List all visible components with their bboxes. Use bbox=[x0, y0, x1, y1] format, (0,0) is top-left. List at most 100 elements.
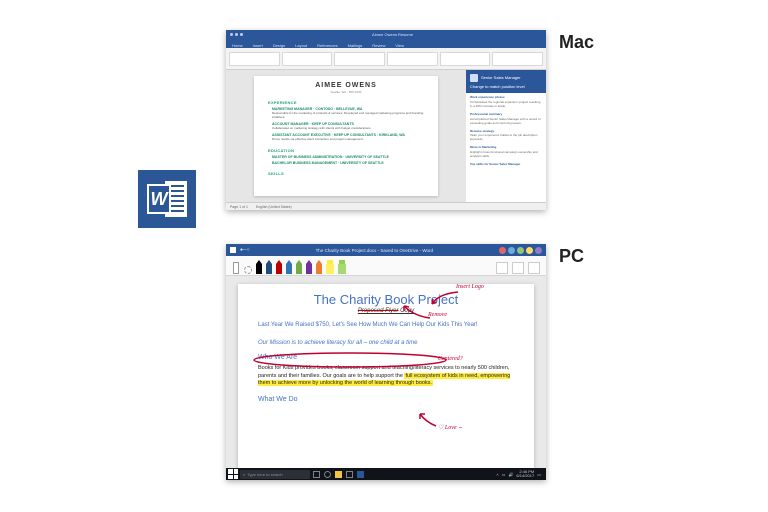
ink-text-remove: Remove bbox=[428, 312, 447, 318]
word-icon bbox=[230, 247, 236, 253]
education-role: MASTER OF BUSINESS ADMINISTRATION · UNIV… bbox=[272, 155, 424, 159]
subtitle-rest: Copy bbox=[399, 308, 415, 314]
avatar[interactable] bbox=[517, 247, 524, 254]
autosave-toggle[interactable]: ●─○ bbox=[240, 247, 250, 253]
ribbon-group[interactable] bbox=[334, 52, 385, 66]
ribbon-group[interactable] bbox=[229, 52, 280, 66]
experience-desc: Collaborated on marketing strategy with … bbox=[272, 127, 424, 131]
action-center-icon[interactable]: ▭ bbox=[537, 472, 541, 477]
ink-to-shape[interactable] bbox=[496, 262, 508, 274]
education-role: BACHELOR BUSINESS MANAGEMENT · UNIVERSIT… bbox=[272, 161, 424, 165]
avatar bbox=[470, 74, 478, 82]
search-icon: ⌕ bbox=[243, 472, 245, 477]
coauthor-avatars[interactable] bbox=[499, 247, 542, 254]
education-item: BACHELOR BUSINESS MANAGEMENT · UNIVERSIT… bbox=[272, 161, 424, 165]
ink-arrow-love bbox=[416, 412, 440, 430]
ribbon-group[interactable] bbox=[282, 52, 333, 66]
resume-contact: Seattle, WA · 555-0100 bbox=[268, 90, 424, 94]
section-skills: SKILLS bbox=[268, 171, 424, 176]
mac-ribbon-tabs[interactable]: Home Insert Design Layout References Mai… bbox=[226, 39, 546, 48]
tray-volume-icon[interactable]: 🔊 bbox=[508, 472, 513, 477]
word-mac-window: Aimee Owens Resume Home Insert Design La… bbox=[226, 30, 546, 210]
doc-heading: Who We Are bbox=[258, 354, 514, 361]
tray-clock[interactable]: 2:46 PM6/14/2017 bbox=[516, 470, 534, 478]
store-icon[interactable] bbox=[345, 470, 354, 479]
status-lang: English (United States) bbox=[256, 205, 292, 209]
experience-desc: Responsible for the marketing of product… bbox=[272, 112, 424, 120]
doc-title: The Charity Book Project bbox=[258, 292, 514, 307]
experience-item: ACCOUNT MANAGER · KEEP UP CONSULTANTS Co… bbox=[272, 122, 424, 131]
mac-canvas[interactable]: AIMEE OWENS Seattle, WA · 555-0100 EXPER… bbox=[226, 70, 466, 202]
taskbar-tray[interactable]: ˄ ▭ 🔊 2:46 PM6/14/2017 ▭ bbox=[496, 470, 544, 478]
lasso-tool[interactable] bbox=[244, 260, 252, 274]
suggestion-item[interactable]: Move to MarketingHighlight cross-functio… bbox=[470, 146, 542, 159]
pen-red[interactable] bbox=[276, 260, 282, 274]
side-pane-footer: Top skills for Senior Sales Manager bbox=[470, 163, 542, 167]
experience-item: MARKETING MANAGER · CONTOSO · BELLEVUE, … bbox=[272, 107, 424, 120]
pc-titlebar: ●─○ The Charity Book Project.docx - Save… bbox=[226, 244, 546, 256]
mac-titlebar: Aimee Owens Resume bbox=[226, 30, 546, 39]
mac-zoom-icon[interactable] bbox=[240, 33, 243, 36]
side-pane-sub: Change to match position level bbox=[470, 84, 542, 89]
avatar[interactable] bbox=[526, 247, 533, 254]
section-education: EDUCATION bbox=[268, 148, 424, 153]
pen-green[interactable] bbox=[296, 260, 302, 274]
start-button[interactable] bbox=[228, 469, 238, 479]
doc-line: Last Year We Raised $750, Let's See How … bbox=[258, 322, 514, 328]
pc-taskbar[interactable]: ⌕ Type here to search ˄ ▭ 🔊 2:46 PM6/14/… bbox=[226, 468, 546, 480]
mac-window-controls[interactable] bbox=[230, 33, 243, 36]
status-page: Page 1 of 1 bbox=[230, 205, 248, 209]
ribbon-group[interactable] bbox=[440, 52, 491, 66]
doc-mission: Our Mission is to achieve literacy for a… bbox=[258, 340, 417, 346]
pc-label: PC bbox=[559, 246, 584, 267]
mac-document[interactable]: AIMEE OWENS Seattle, WA · 555-0100 EXPER… bbox=[254, 76, 438, 196]
ink-to-math[interactable] bbox=[512, 262, 524, 274]
suggestion-item[interactable]: Professional summaryAccomplished Senior … bbox=[470, 113, 542, 126]
experience-desc: Drove results via effective client inter… bbox=[272, 138, 424, 142]
mac-ribbon[interactable] bbox=[226, 48, 546, 70]
eraser-tool[interactable] bbox=[232, 260, 240, 274]
mac-side-pane[interactable]: Senior Sales Manager Change to match pos… bbox=[466, 70, 546, 202]
highlighter-green[interactable] bbox=[338, 260, 346, 274]
word-app-icon-graphic: W bbox=[147, 181, 187, 217]
pen-purple[interactable] bbox=[306, 260, 312, 274]
ribbon-group[interactable] bbox=[387, 52, 438, 66]
pen-blue[interactable] bbox=[286, 260, 292, 274]
ink-text-centered: Centered? bbox=[438, 356, 463, 362]
side-pane-user: Senior Sales Manager bbox=[470, 74, 542, 82]
pc-canvas[interactable]: The Charity Book Project Proposed Flyer … bbox=[226, 276, 546, 468]
subtitle-struck: Proposed Flyer bbox=[358, 308, 399, 314]
education-item: MASTER OF BUSINESS ADMINISTRATION · UNIV… bbox=[272, 155, 424, 159]
ink-text-love: ♡ Love ⌣ bbox=[438, 424, 462, 432]
explorer-icon[interactable] bbox=[334, 470, 343, 479]
mac-title: Aimee Owens Resume bbox=[243, 32, 542, 37]
word-taskbar-icon[interactable] bbox=[356, 470, 365, 479]
pen-orange[interactable] bbox=[316, 260, 322, 274]
mac-status-bar: Page 1 of 1 English (United States) bbox=[226, 202, 546, 210]
pen-navy[interactable] bbox=[266, 260, 272, 274]
taskview-icon[interactable] bbox=[312, 470, 321, 479]
edge-icon[interactable] bbox=[323, 470, 332, 479]
doc-heading: What We Do bbox=[258, 396, 514, 403]
suggestion-item[interactable]: Work experience phraseOrchestrated the r… bbox=[470, 96, 542, 109]
word-pc-window: ●─○ The Charity Book Project.docx - Save… bbox=[226, 244, 546, 480]
avatar[interactable] bbox=[499, 247, 506, 254]
pen-black[interactable] bbox=[256, 260, 262, 274]
pc-draw-ribbon[interactable] bbox=[226, 256, 546, 276]
suggestion-item[interactable]: Resume strategyTailor your experience bu… bbox=[470, 130, 542, 143]
avatar[interactable] bbox=[535, 247, 542, 254]
search-placeholder: Type here to search bbox=[247, 472, 282, 477]
highlighter-yellow[interactable] bbox=[326, 260, 334, 274]
taskbar-search[interactable]: ⌕ Type here to search bbox=[240, 470, 310, 479]
side-pane-body[interactable]: Work experience phraseOrchestrated the r… bbox=[466, 93, 546, 202]
tray-network-icon[interactable]: ▭ bbox=[502, 472, 506, 477]
mac-close-icon[interactable] bbox=[230, 33, 233, 36]
ink-replay[interactable] bbox=[528, 262, 540, 274]
pc-document[interactable]: The Charity Book Project Proposed Flyer … bbox=[238, 284, 534, 468]
mac-minimize-icon[interactable] bbox=[235, 33, 238, 36]
tray-chevron-icon[interactable]: ˄ bbox=[496, 472, 498, 477]
avatar[interactable] bbox=[508, 247, 515, 254]
doc-body: Books for Kids provides books, classroom… bbox=[258, 365, 514, 388]
ribbon-group[interactable] bbox=[492, 52, 543, 66]
mac-label: Mac bbox=[559, 32, 594, 53]
